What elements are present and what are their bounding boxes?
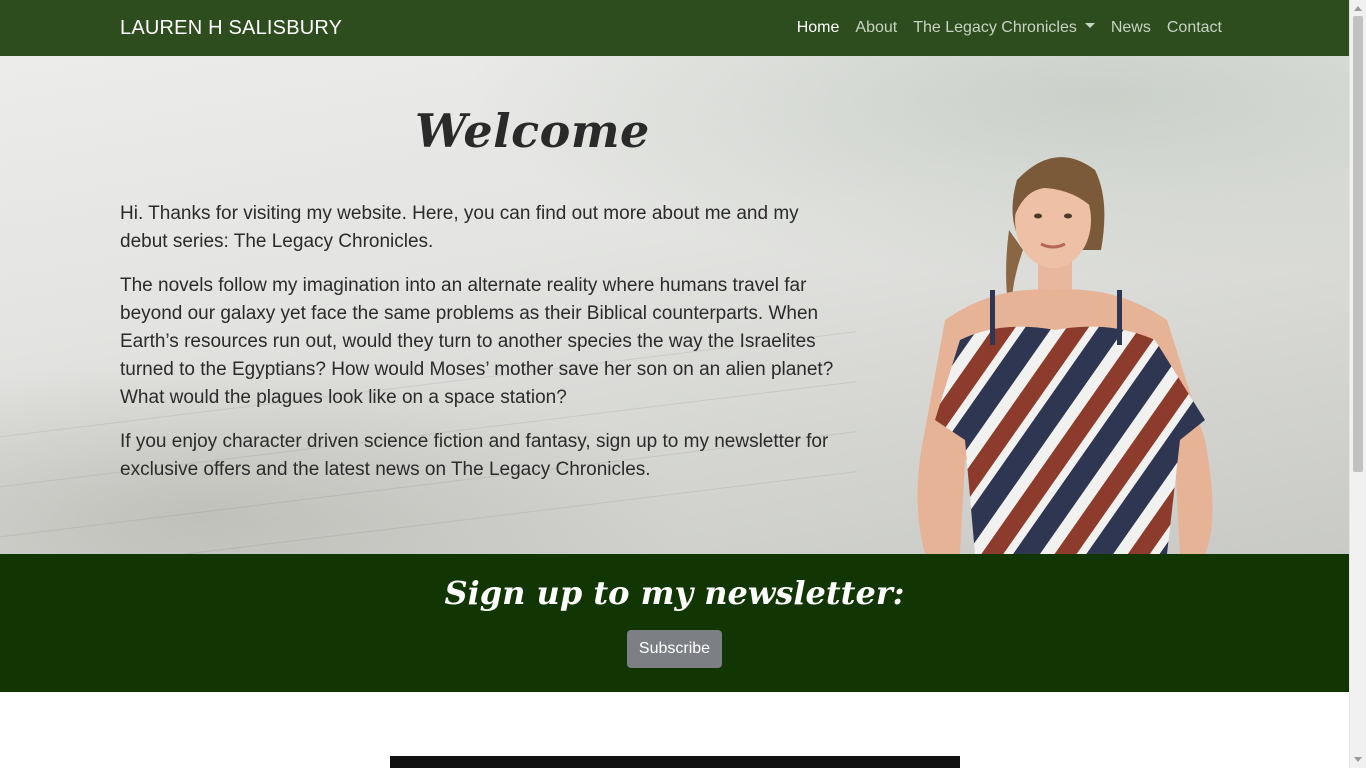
nav-about[interactable]: About — [855, 19, 897, 37]
intro-paragraph: Hi. Thanks for visiting my website. Here… — [120, 203, 799, 252]
top-navbar: LAUREN H SALISBURY Home About The Legacy… — [0, 0, 1349, 56]
subscribe-button[interactable]: Subscribe — [627, 630, 722, 668]
newsletter-section: Sign up to my newsletter: Subscribe — [0, 554, 1349, 692]
caret-down-icon — [1084, 23, 1095, 29]
nav-contact[interactable]: Contact — [1167, 19, 1222, 37]
intro-text: Hi. Thanks for visiting my website. Here… — [120, 200, 850, 500]
page-scrollbar[interactable] — [1349, 0, 1366, 768]
nav-home[interactable]: Home — [797, 19, 840, 37]
scroll-up-icon[interactable] — [1354, 6, 1362, 11]
intro-paragraph: If you enjoy character driven science fi… — [120, 431, 829, 480]
nav-legacy-chronicles-label: The Legacy Chronicles — [913, 19, 1077, 36]
scroll-down-icon[interactable] — [1354, 757, 1362, 762]
intro-paragraph: The novels follow my imagination into an… — [120, 275, 834, 408]
scrollbar-thumb[interactable] — [1353, 16, 1363, 472]
hero-section: Welcome Hi. Thanks for visiting my websi… — [0, 56, 1349, 554]
author-photo — [905, 140, 1235, 554]
video-embed[interactable] — [390, 756, 960, 768]
newsletter-title: Sign up to my newsletter: — [444, 574, 905, 612]
nav-legacy-chronicles-dropdown[interactable]: The Legacy Chronicles — [913, 19, 1095, 37]
site-brand[interactable]: LAUREN H SALISBURY — [120, 0, 342, 56]
nav-links: Home About The Legacy Chronicles News Co… — [797, 0, 1222, 56]
page-title: Welcome — [415, 104, 650, 158]
nav-news[interactable]: News — [1111, 19, 1151, 37]
